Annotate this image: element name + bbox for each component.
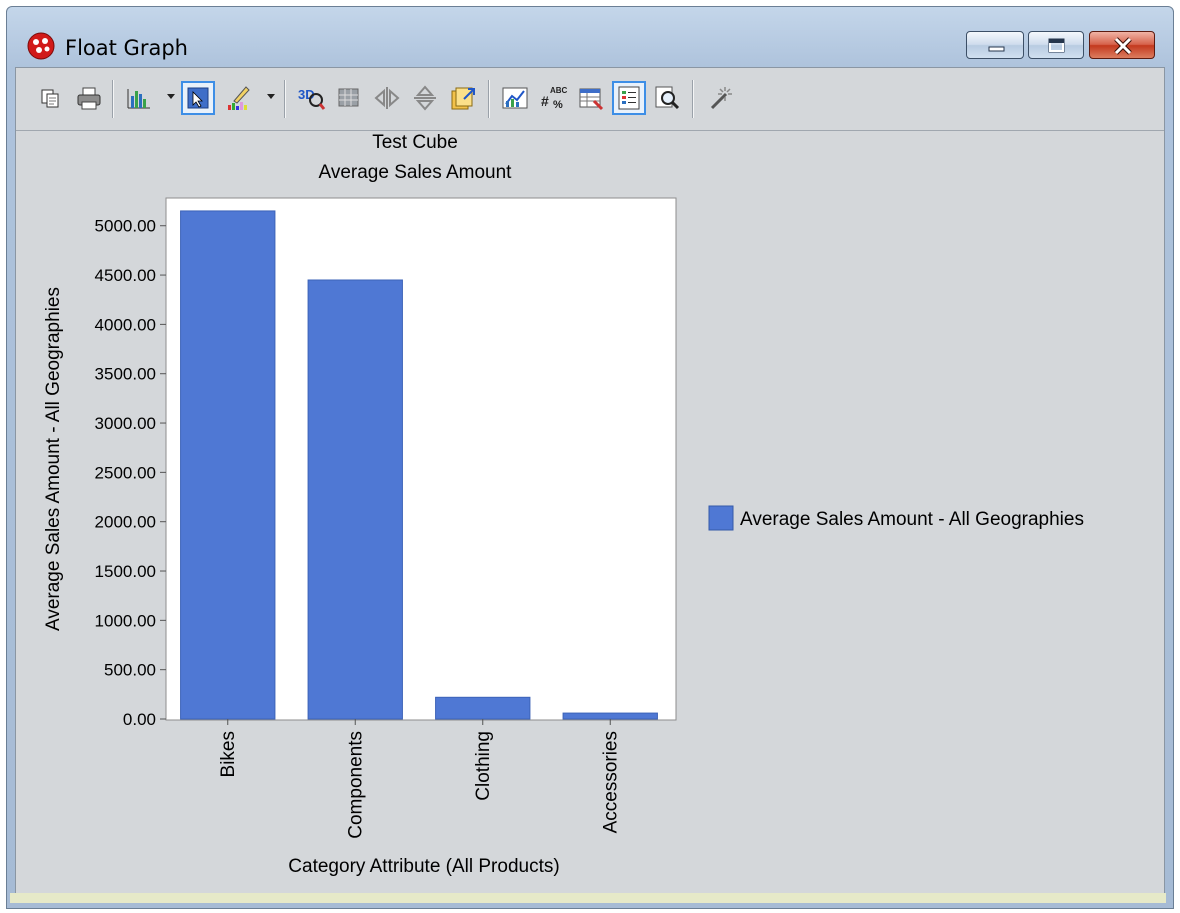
y-tick-label: 500.00: [104, 661, 156, 680]
zoom-button[interactable]: [650, 81, 684, 115]
title-bar[interactable]: Float Graph: [7, 7, 1173, 67]
y-tick-label: 1500.00: [95, 562, 156, 581]
export-icon: [451, 87, 475, 110]
data-table-button[interactable]: [574, 81, 608, 115]
color-scheme-dropdown-icon[interactable]: [267, 94, 275, 99]
y-axis: 0.00 500.00 1000.00 1500.00 2000.00 2500.00 30…: [95, 217, 166, 729]
zoom-icon: [655, 86, 680, 110]
bar-bikes[interactable]: [180, 210, 276, 720]
chart-type-button[interactable]: [122, 81, 156, 115]
legend-swatch: [708, 505, 734, 531]
y-tick-label: 2000.00: [95, 513, 156, 532]
app-icon: [27, 32, 55, 60]
grid-icon: [338, 88, 359, 107]
y-tick-label: 4500.00: [95, 266, 156, 285]
close-button[interactable]: [1089, 31, 1155, 59]
magic-wand-button[interactable]: [704, 81, 738, 115]
chart-subtitle: Average Sales Amount: [319, 162, 513, 183]
y-tick-label: 3000.00: [95, 414, 156, 433]
y-axis-label: Average Sales Amount - All Geographies: [43, 287, 64, 631]
bottom-edge: [10, 893, 1166, 903]
legend[interactable]: Average Sales Amount - All Geographies: [708, 505, 1084, 531]
data-labels-button[interactable]: ABC #%: [536, 81, 570, 115]
grid-button[interactable]: [332, 81, 366, 115]
export-button[interactable]: [446, 81, 480, 115]
bar-components[interactable]: [307, 279, 403, 720]
data-table-icon: [579, 88, 604, 111]
chart-title: Test Cube: [372, 132, 458, 153]
select-pointer-icon: [187, 87, 209, 109]
x-tick-label: Clothing: [473, 731, 494, 801]
y-tick-label: 3500.00: [95, 365, 156, 384]
3d-view-button[interactable]: 3D: [294, 81, 328, 115]
svg-text:%: %: [553, 99, 563, 111]
legend-label: Average Sales Amount - All Geographies: [740, 509, 1084, 530]
flip-vertical-icon: [414, 85, 436, 111]
client-area: 3D ABC #% Test Cube Average Sales Amount…: [15, 67, 1165, 902]
print-button[interactable]: [72, 81, 106, 115]
y-tick-label: 2500.00: [95, 463, 156, 482]
flip-horizontal-icon: [374, 87, 400, 109]
float-graph-window: Float Graph 3D ABC # % Test Cube Average…: [6, 6, 1174, 909]
svg-text:#: #: [541, 93, 549, 109]
chart-properties-icon: [502, 87, 528, 109]
x-tick-label: Bikes: [218, 731, 239, 777]
minimize-button[interactable]: [966, 31, 1024, 59]
maximize-icon: [1048, 38, 1065, 53]
chart-type-icon: [127, 89, 150, 109]
data-labels-icon: ABC#%: [541, 86, 568, 111]
bar-accessories[interactable]: [562, 712, 658, 720]
svg-text:ABC: ABC: [550, 86, 568, 95]
3d-view-icon: 3D: [298, 87, 326, 110]
flip-horizontal-button[interactable]: [370, 81, 404, 115]
copy-button[interactable]: [34, 81, 68, 115]
x-axis-label: Category Attribute (All Products): [288, 856, 559, 877]
minimize-icon: [988, 46, 1005, 52]
maximize-button[interactable]: [1028, 31, 1084, 59]
select-pointer-button[interactable]: [181, 81, 215, 115]
x-axis: Bikes Components Clothing Accessories: [218, 719, 621, 839]
bar-clothing[interactable]: [435, 696, 531, 720]
y-tick-label: 0.00: [123, 710, 156, 729]
x-tick-label: Components: [345, 731, 366, 839]
magic-wand-icon: [710, 87, 732, 110]
toolbar: 3D ABC #%: [16, 68, 1164, 131]
bar-chart: Test Cube Average Sales Amount 0.00 500.0…: [43, 132, 1084, 877]
color-scheme-button[interactable]: [222, 81, 256, 115]
x-tick-label: Accessories: [600, 731, 621, 833]
window-title: Float Graph: [65, 36, 188, 60]
legend-button[interactable]: [612, 81, 646, 115]
y-tick-label: 4000.00: [95, 315, 156, 334]
y-tick-label: 5000.00: [95, 217, 156, 236]
chart-type-dropdown-icon[interactable]: [167, 94, 175, 99]
copy-icon: [41, 89, 59, 108]
legend-icon: [618, 86, 640, 110]
print-icon: [77, 87, 101, 110]
close-icon: [1114, 37, 1132, 55]
color-scheme-icon: [228, 86, 250, 110]
y-tick-label: 1000.00: [95, 611, 156, 630]
chart-properties-button[interactable]: [498, 81, 532, 115]
flip-vertical-button[interactable]: [408, 81, 442, 115]
